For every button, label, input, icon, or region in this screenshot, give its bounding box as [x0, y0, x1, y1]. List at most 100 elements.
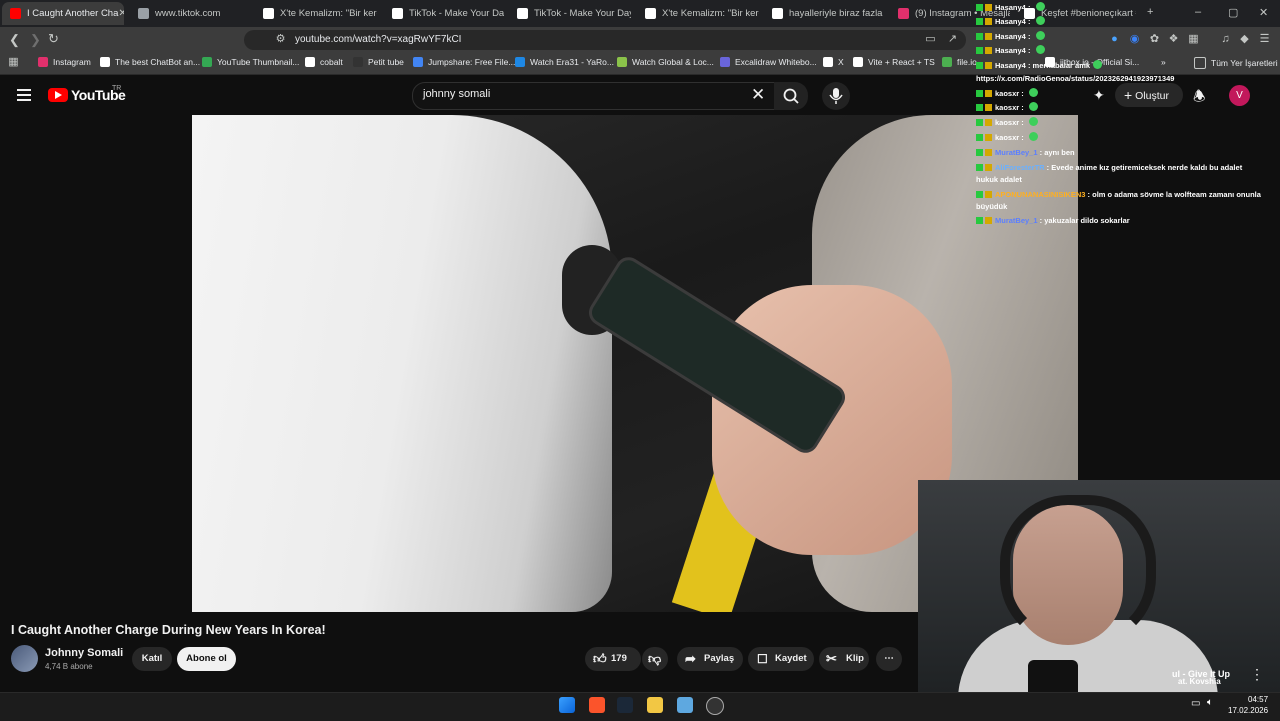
bookmark-label: file.io	[957, 57, 977, 67]
steam-icon[interactable]	[617, 697, 633, 713]
webcam-overlay	[918, 480, 1280, 692]
reload-icon[interactable]: ↻	[48, 31, 59, 47]
thumbs-up-icon: 👍︎	[593, 651, 607, 666]
share-arrow-icon: ➦	[685, 651, 696, 666]
thumbs-down-icon: 👎︎	[648, 651, 662, 666]
chat-badge-icon	[976, 149, 983, 156]
tab-6[interactable]: hayalleriyle biraz fazla oy	[764, 2, 884, 25]
clip-button[interactable]: ✂ Klip	[819, 647, 869, 671]
video-frame-hand	[712, 285, 952, 555]
chat-message: kaosxr :	[976, 86, 1038, 101]
bookmark-item[interactable]: Jumpshare: Free File...	[413, 57, 515, 67]
bookmark-item[interactable]: file.io	[942, 57, 977, 67]
windows-start-icon[interactable]	[559, 697, 575, 713]
bookmark-favicon-icon	[720, 57, 730, 67]
site-info-icon[interactable]: ⚙	[274, 33, 287, 46]
menu-hamburger-icon[interactable]	[17, 89, 31, 104]
channel-name[interactable]: Johnny Somali	[45, 647, 123, 659]
tab-favicon-icon	[263, 8, 274, 19]
chat-text: https://x.com/RadioGenoa/status/20232629…	[976, 74, 1175, 83]
forward-icon[interactable]: ❯	[30, 32, 41, 48]
clear-search-icon[interactable]: ✕	[751, 85, 765, 105]
close-tab-icon[interactable]: ✕	[118, 8, 124, 19]
bookmark-favicon-icon	[515, 57, 525, 67]
chat-username: APONUNANASINISIKEN3	[995, 190, 1086, 199]
windows-taskbar	[0, 692, 1280, 721]
chat-badge-icon	[976, 134, 983, 141]
apps-icon[interactable]: ▦	[7, 56, 20, 69]
chat-message: büyüdük	[976, 199, 1007, 214]
chat-username: AliForesterTR	[995, 163, 1045, 172]
join-button[interactable]: Katıl	[132, 647, 172, 671]
video-frame-car	[192, 115, 612, 612]
subscribe-button[interactable]: Abone ol	[177, 647, 236, 671]
voice-search-button[interactable]	[822, 82, 850, 110]
chat-emote-icon	[1035, 45, 1045, 54]
chat-text: olm o adama sövme la wolfteam zamanı onu…	[1092, 190, 1261, 199]
share-button[interactable]: ➦ Paylaş	[677, 647, 743, 671]
bookmark-item[interactable]: The best ChatBot an...	[100, 57, 200, 67]
chat-badge-icon	[976, 33, 983, 40]
tab-5[interactable]: X'te Kemalizm: "Bir kere d	[637, 2, 759, 25]
system-clock[interactable]: 04:57 17.02.2026	[1228, 694, 1268, 716]
brave-browser-icon[interactable]	[589, 697, 605, 713]
chat-badge-icon	[976, 47, 983, 54]
back-icon[interactable]: ❮	[9, 32, 20, 48]
search-button[interactable]	[774, 82, 808, 110]
chat-badge-icon	[985, 134, 992, 141]
bookmark-favicon-icon	[353, 57, 363, 67]
chat-text: merhabalar amk	[1032, 61, 1091, 70]
tab-2[interactable]: X'te Kemalizm: "Bir kere d	[255, 2, 377, 25]
channel-avatar[interactable]	[11, 645, 38, 672]
tab-favicon-icon	[898, 8, 909, 19]
chat-message: APONUNANASINISIKEN3 : olm o adama sövme …	[976, 187, 1261, 202]
app-icon[interactable]	[677, 697, 693, 713]
tab-4[interactable]: TikTok - Make Your Day	[509, 2, 631, 25]
chat-message: hukuk adalet	[976, 172, 1022, 187]
chat-message: MuratBey_1 : aynı ben	[976, 145, 1075, 160]
url-text[interactable]: youtube.com/watch?v=xagRwYF7kCI	[295, 34, 461, 45]
headset-icon	[1000, 495, 1156, 645]
bookmark-label: Instagram	[53, 57, 91, 67]
search-value[interactable]: johnny somali	[423, 88, 490, 100]
bookmark-item[interactable]: Vite + React + TS	[853, 57, 935, 67]
tab-3[interactable]: TikTok - Make Your Day	[384, 2, 504, 25]
chat-username: Hasany4	[995, 3, 1026, 12]
bookmark-item[interactable]: X	[823, 57, 844, 67]
bookmark-item[interactable]: Instagram	[38, 57, 91, 67]
chat-message: MuratBey_1 : yakuzalar dildo sokarlar	[976, 213, 1130, 228]
save-button[interactable]: ☐ Kaydet	[748, 647, 814, 671]
bookmark-item[interactable]: Watch Era31 - YaRo...	[515, 57, 614, 67]
chat-badge-icon	[976, 62, 983, 69]
bookmark-item[interactable]: YouTube Thumbnail...	[202, 57, 299, 67]
bookmark-label: Vite + React + TS	[868, 57, 935, 67]
chat-emote-icon	[1035, 16, 1045, 25]
more-actions-icon[interactable]: ⋯	[876, 647, 902, 671]
network-icon[interactable]: ▭	[1191, 698, 1200, 709]
cast-icon[interactable]: ▭	[924, 33, 937, 46]
bookmark-item[interactable]: Excalidraw Whitebo...	[720, 57, 817, 67]
video-title: I Caught Another Charge During New Years…	[11, 623, 326, 637]
obs-icon[interactable]	[706, 697, 724, 715]
tab-label: TikTok - Make Your Day	[534, 8, 631, 19]
bookmark-item[interactable]: Watch Global & Loc...	[617, 57, 714, 67]
kebab-menu-icon[interactable]: ⋮	[1250, 666, 1264, 683]
file-explorer-icon[interactable]	[647, 697, 663, 713]
chat-badge-icon	[976, 104, 983, 111]
like-button[interactable]: 👍︎ 179	[585, 647, 641, 671]
bookmark-item[interactable]: cobalt	[305, 57, 343, 67]
volume-icon[interactable]: 🔈︎	[1207, 697, 1213, 708]
bookmark-label: The best ChatBot an...	[115, 57, 201, 67]
chat-badge-icon	[985, 4, 992, 11]
chat-emote-icon	[1028, 132, 1038, 141]
tab-label: I Caught Another Cha	[27, 8, 119, 19]
tab-0[interactable]: I Caught Another Cha ✕	[2, 2, 124, 25]
tab-favicon-icon	[392, 8, 403, 19]
share-icon[interactable]: ↗	[946, 33, 959, 46]
dislike-button[interactable]: 👎︎	[642, 647, 668, 671]
tab-1[interactable]: www.tiktok.com	[130, 2, 250, 25]
youtube-logo-icon[interactable]	[48, 88, 68, 102]
chat-text: aynı ben	[1044, 148, 1075, 157]
bookmark-favicon-icon	[617, 57, 627, 67]
bookmark-item[interactable]: Petit tube	[353, 57, 404, 67]
